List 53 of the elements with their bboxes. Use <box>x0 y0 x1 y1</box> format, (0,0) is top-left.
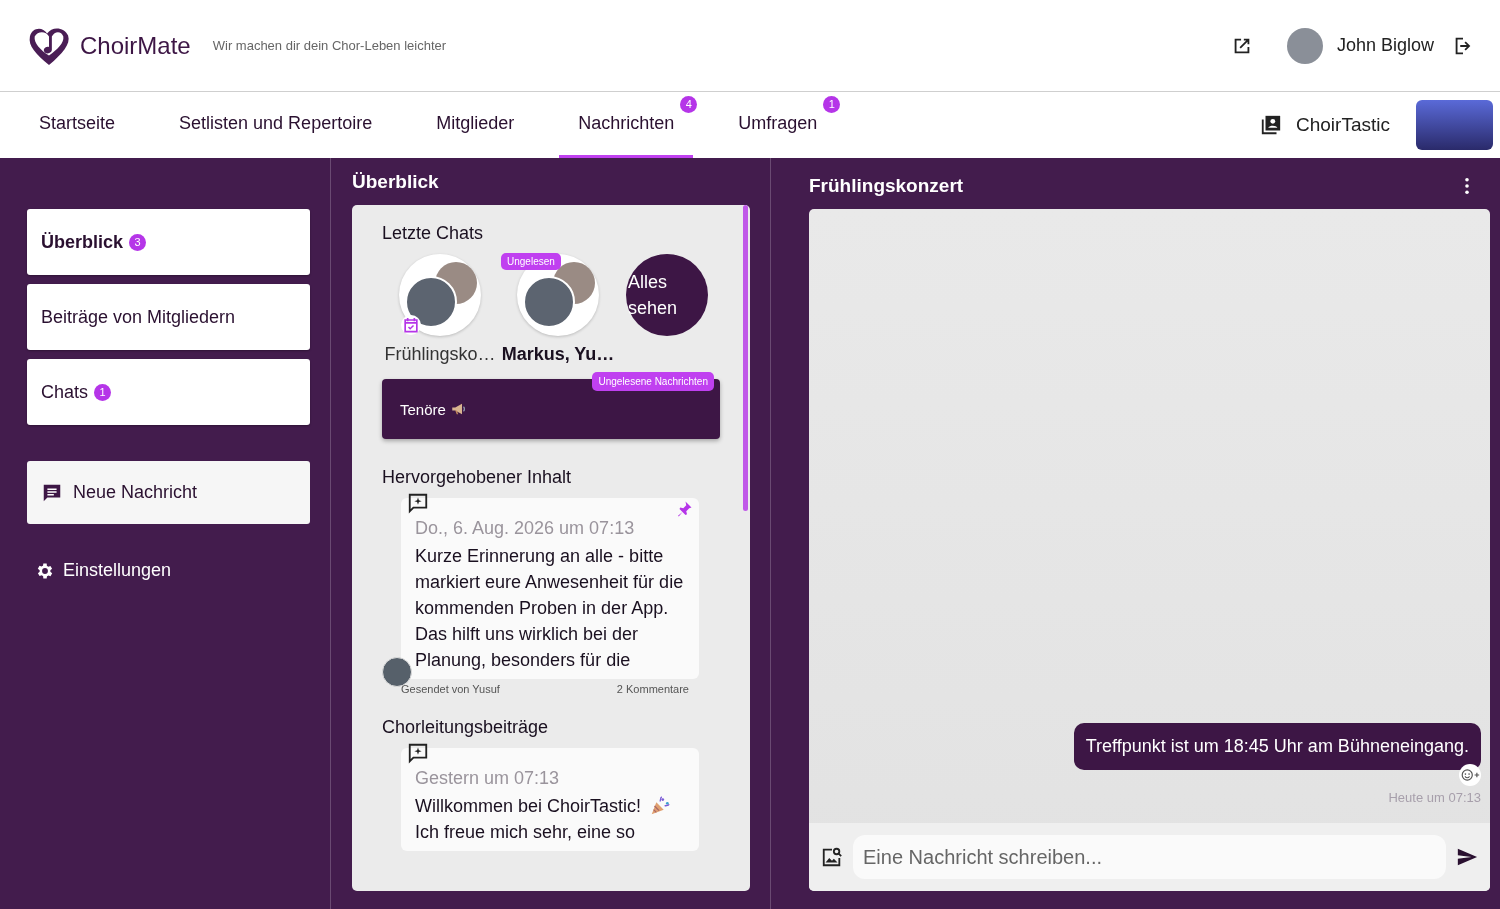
comment-plus-icon <box>407 742 429 764</box>
count-badge: 3 <box>129 233 147 251</box>
section-heading: Letzte Chats <box>382 223 485 244</box>
post-card[interactable]: Gestern um 07:13 Willkommen bei ChoirTastic! Ich freue mich sehr, eine so <box>401 748 699 851</box>
nav-tab[interactable]: Setlisten und Repertoire <box>160 92 392 158</box>
count-badge: 4 <box>680 96 698 113</box>
sidebar-item[interactable]: Chats 1 <box>27 359 310 425</box>
user-avatar[interactable] <box>1286 27 1323 64</box>
chat-avatar[interactable] <box>399 254 481 336</box>
post-date: Do., 6. Aug. 2026 um 07:13 <box>415 518 636 539</box>
post-title: Willkommen bei ChoirTastic! <box>415 795 642 818</box>
comment-plus-icon <box>407 492 429 514</box>
user-name[interactable]: John Biglow <box>1336 35 1434 56</box>
group-name: Tenöre <box>400 400 446 418</box>
add-reaction-icon[interactable] <box>1457 764 1483 786</box>
image-search-icon[interactable] <box>821 846 843 868</box>
post-card[interactable]: Do., 6. Aug. 2026 um 07:13 Kurze Erinnerung an alle - bitte markiert eure Anwesenheit für die kommenden Proben in der App. Das hilft uns wirklich bei der Planung, besonders für die <box>401 498 699 679</box>
send-icon[interactable] <box>1456 846 1478 868</box>
chat-name[interactable]: Frühlingsko… <box>384 344 496 365</box>
sender-avatar <box>382 657 412 687</box>
pin-icon <box>675 500 693 518</box>
sidebar-item[interactable]: Überblick 3 <box>27 209 310 275</box>
chat-title: Frühlingskonzert <box>809 174 964 198</box>
sidebar-item[interactable]: Beiträge von Mitgliedern <box>27 284 310 350</box>
post-text: Kurze Erinnerung an alle - bitte markiert eure Anwesenheit für die kommenden Proben in der App. Das hilft uns wirklich bei der Planung, besonders für die <box>415 545 685 672</box>
scrollbar-thumb[interactable] <box>743 205 748 511</box>
see-all-button[interactable]: Alles sehen <box>626 254 708 336</box>
section-heading: Chorleitungsbeiträge <box>382 717 550 738</box>
calendar-check-icon <box>401 315 421 335</box>
nav-tab[interactable]: Startseite <box>20 92 135 158</box>
tagline: Wir machen dir dein Chor-Leben leichter <box>212 38 447 53</box>
chat-name[interactable]: Markus, Yu… <box>501 344 615 365</box>
post-sender: Gesendet von Yusuf <box>401 683 500 695</box>
new-message-button[interactable]: Neue Nachricht <box>27 461 310 524</box>
contacts-book-icon <box>1260 114 1282 136</box>
post-text: Ich freue mich sehr, eine so <box>415 821 637 844</box>
count-badge: 1 <box>94 383 112 401</box>
unread-badge: Ungelesene Nachrichten <box>592 372 714 391</box>
column-title: Überblick <box>352 170 440 194</box>
post-date: Gestern um 07:13 <box>415 768 561 789</box>
unread-badge: Ungelesen <box>501 253 561 270</box>
more-menu-icon[interactable] <box>1464 176 1470 195</box>
message-input[interactable]: Eine Nachricht schreiben... <box>853 835 1446 879</box>
party-popper-icon <box>649 795 672 817</box>
section-heading: Hervorgehobener Inhalt <box>382 467 573 488</box>
choir-name[interactable]: ChoirTastic <box>1296 114 1390 136</box>
nav-tab[interactable]: Mitglieder <box>417 92 534 158</box>
message-bubble[interactable]: Treffpunkt ist um 18:45 Uhr am Bühneneingang. <box>1073 723 1481 770</box>
settings-link[interactable]: Einstellungen <box>27 560 180 581</box>
message-time: Heute um 07:13 <box>1388 790 1481 805</box>
count-badge: 1 <box>823 96 841 113</box>
comment-count[interactable]: 2 Kommentare <box>616 683 689 695</box>
app-name: ChoirMate <box>80 31 191 60</box>
